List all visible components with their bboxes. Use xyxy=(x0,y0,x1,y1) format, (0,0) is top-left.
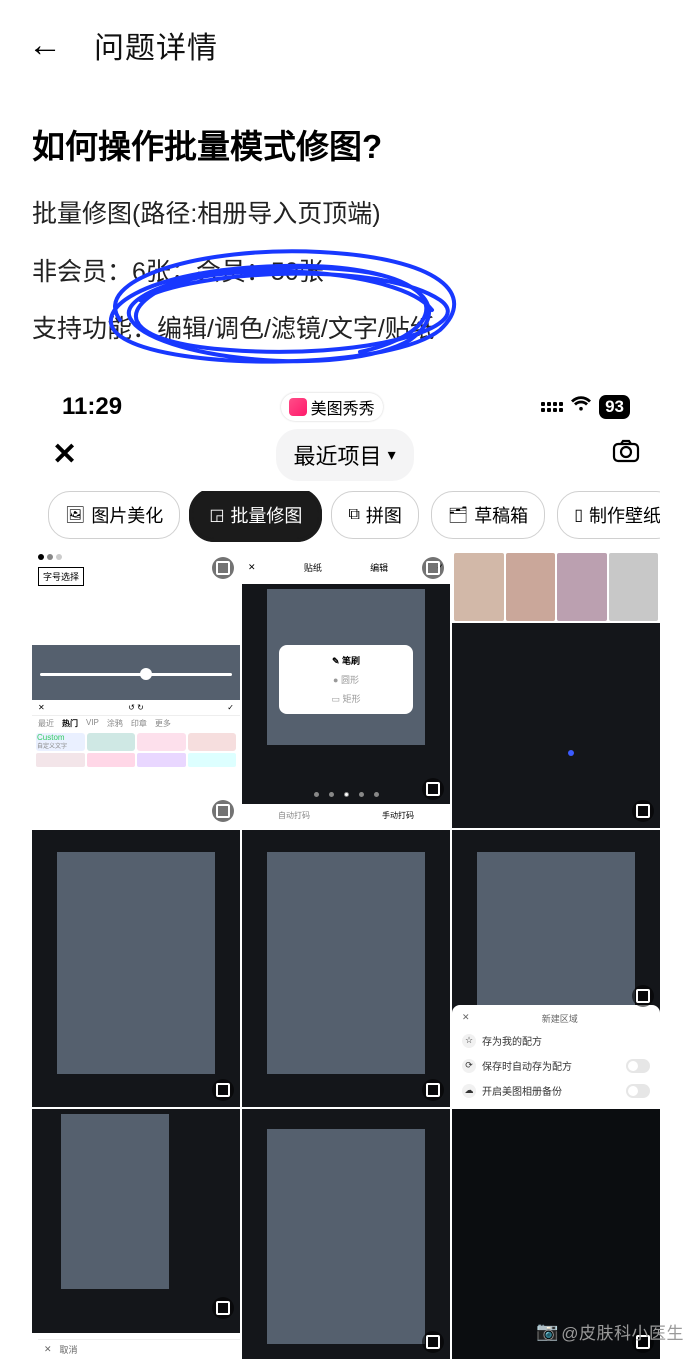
cancel-label: 取消 xyxy=(60,1343,78,1356)
page-title: 问题详情 xyxy=(94,23,218,67)
grid-cell[interactable]: ✕ 贴纸 编辑 ✓ ✎ 笔刷 ● 圆形 ▭ 矩形 自动打码 手动打码 xyxy=(242,551,450,828)
mini-bottom-tab: 自动打码 xyxy=(242,804,346,828)
expand-icon[interactable] xyxy=(632,985,654,1007)
app-name-label: 美图秀秀 xyxy=(311,395,375,419)
expand-icon[interactable] xyxy=(422,557,444,579)
panel-row-label: 保存时自动存为配方 xyxy=(482,1058,572,1073)
save-panel: ✕新建区域 ☆存为我的配方 ⟳保存时自动存为配方 ☁开启美图相册备份 xyxy=(452,1005,660,1107)
popup-option: ● 圆形 xyxy=(279,670,412,689)
image-icon: 🖼 xyxy=(65,505,85,525)
watermark-text: @皮肤科小医生 xyxy=(561,1319,684,1344)
weibo-icon: 📷 xyxy=(536,1321,559,1342)
mode-tabs: 🖼 图片美化 ◲ 批量修图 ⧉ 拼图 🗂 草稿箱 ▯ 制作壁纸 xyxy=(32,491,660,551)
expand-icon[interactable] xyxy=(422,1331,444,1353)
weibo-watermark: 📷 @皮肤科小医生 xyxy=(536,1319,684,1344)
popup-title: ✎ 笔刷 xyxy=(279,651,412,670)
grid-cell[interactable] xyxy=(242,830,450,1107)
expand-icon[interactable] xyxy=(212,557,234,579)
mini-bottom-tab: 手动打码 xyxy=(346,804,450,828)
mini-close-icon: ✕ xyxy=(248,562,256,573)
grid-cell[interactable]: 字号选择 ✕↺ ↻✓ 最近 热门 VIP 涂鸦 印章 更多 Custom自定义文… xyxy=(32,551,240,828)
phone-icon: ▯ xyxy=(574,505,583,525)
article-path-line: 批量修图(路径:相册导入页顶端) xyxy=(32,196,658,234)
article-quota-line: 非会员：6张；会员：50张 xyxy=(32,254,658,292)
album-picker-row: ✕ 最近项目 ▾ xyxy=(32,425,660,491)
tab-label: 拼图 xyxy=(366,502,402,528)
panel-title: 新建区域 xyxy=(542,1012,578,1025)
brush-popup: ✎ 笔刷 ● 圆形 ▭ 矩形 xyxy=(279,645,412,714)
battery-badge: 93 xyxy=(599,395,630,419)
mini-tab: 涂鸦 xyxy=(107,718,123,729)
help-article: 如何操作批量模式修图? 批量修图(路径:相册导入页顶端) 非会员：6张；会员：5… xyxy=(0,90,690,381)
expand-icon[interactable] xyxy=(422,778,444,800)
article-features-line: 支持功能：编辑/调色/滤镜/文字/贴纸 xyxy=(32,311,658,349)
tab-collage[interactable]: ⧉ 拼图 xyxy=(331,491,418,539)
tab-label: 批量修图 xyxy=(230,502,302,528)
mini-tab: VIP xyxy=(86,718,99,729)
close-icon[interactable]: ✕ xyxy=(52,437,77,472)
mini-tab: 印章 xyxy=(131,718,147,729)
panel-row-label: 存为我的配方 xyxy=(482,1033,542,1048)
font-size-selector: 字号选择 xyxy=(38,567,84,586)
mini-tab: 最近 xyxy=(38,718,54,729)
wifi-icon xyxy=(571,395,591,418)
embedded-screenshot: 11:29 美图秀秀 93 ✕ 最近项目 ▾ 🖼 图片美化 xyxy=(32,389,660,1359)
custom-card-title: Custom xyxy=(36,733,85,743)
app-logo-icon xyxy=(289,398,307,416)
grid-cell[interactable]: ✕ 颜色 图案 ✓ ✕取消 xyxy=(32,1109,240,1359)
expand-icon[interactable] xyxy=(422,1079,444,1101)
grid-cell[interactable] xyxy=(32,830,240,1107)
tab-label: 图片美化 xyxy=(91,502,163,528)
expand-icon[interactable] xyxy=(212,1079,234,1101)
back-arrow-icon[interactable]: ← xyxy=(28,28,62,62)
tab-label: 制作壁纸 xyxy=(589,502,660,528)
chevron-down-icon: ▾ xyxy=(388,445,396,465)
expand-icon[interactable] xyxy=(212,800,234,822)
panel-row-label: 开启美图相册备份 xyxy=(482,1083,562,1098)
tab-beautify[interactable]: 🖼 图片美化 xyxy=(48,491,180,539)
popup-option: ▭ 矩形 xyxy=(279,689,412,708)
status-bar: 11:29 美图秀秀 93 xyxy=(32,389,660,425)
status-time: 11:29 xyxy=(62,393,122,421)
grid-cell[interactable]: ✕新建区域 ☆存为我的配方 ⟳保存时自动存为配方 ☁开启美图相册备份 xyxy=(452,830,660,1107)
face-strip xyxy=(452,551,660,623)
mini-title: 贴纸 xyxy=(304,561,322,574)
tab-wallpaper[interactable]: ▯ 制作壁纸 xyxy=(557,491,660,539)
batch-icon: ◲ xyxy=(209,505,224,525)
signal-icon xyxy=(541,402,563,412)
photo-grid: 字号选择 ✕↺ ↻✓ 最近 热门 VIP 涂鸦 印章 更多 Custom自定义文… xyxy=(32,551,660,1359)
custom-card-sub: 自定义文字 xyxy=(36,743,85,751)
tab-drafts[interactable]: 🗂 草稿箱 xyxy=(431,491,545,539)
toggle-switch xyxy=(626,1084,650,1098)
app-name-pill: 美图秀秀 xyxy=(281,393,383,421)
expand-icon[interactable] xyxy=(212,1297,234,1319)
toggle-switch xyxy=(626,1059,650,1073)
status-icons: 93 xyxy=(541,395,630,419)
camera-icon[interactable] xyxy=(612,439,640,470)
grid-cell[interactable] xyxy=(242,1109,450,1359)
tab-batch-edit[interactable]: ◲ 批量修图 xyxy=(192,491,319,539)
album-select-label: 最近项目 xyxy=(294,439,382,471)
mini-action: 编辑 xyxy=(370,561,388,574)
mini-tab: 热门 xyxy=(62,718,78,729)
mini-tab: 更多 xyxy=(155,718,171,729)
draft-icon: 🗂 xyxy=(448,505,468,525)
expand-icon[interactable] xyxy=(632,800,654,822)
help-topbar: ← 问题详情 xyxy=(0,0,690,90)
tab-label: 草稿箱 xyxy=(474,502,528,528)
article-heading: 如何操作批量模式修图? xyxy=(32,120,658,168)
album-select[interactable]: 最近项目 ▾ xyxy=(276,429,414,481)
grid-cell[interactable] xyxy=(452,551,660,828)
collage-icon: ⧉ xyxy=(348,506,359,524)
